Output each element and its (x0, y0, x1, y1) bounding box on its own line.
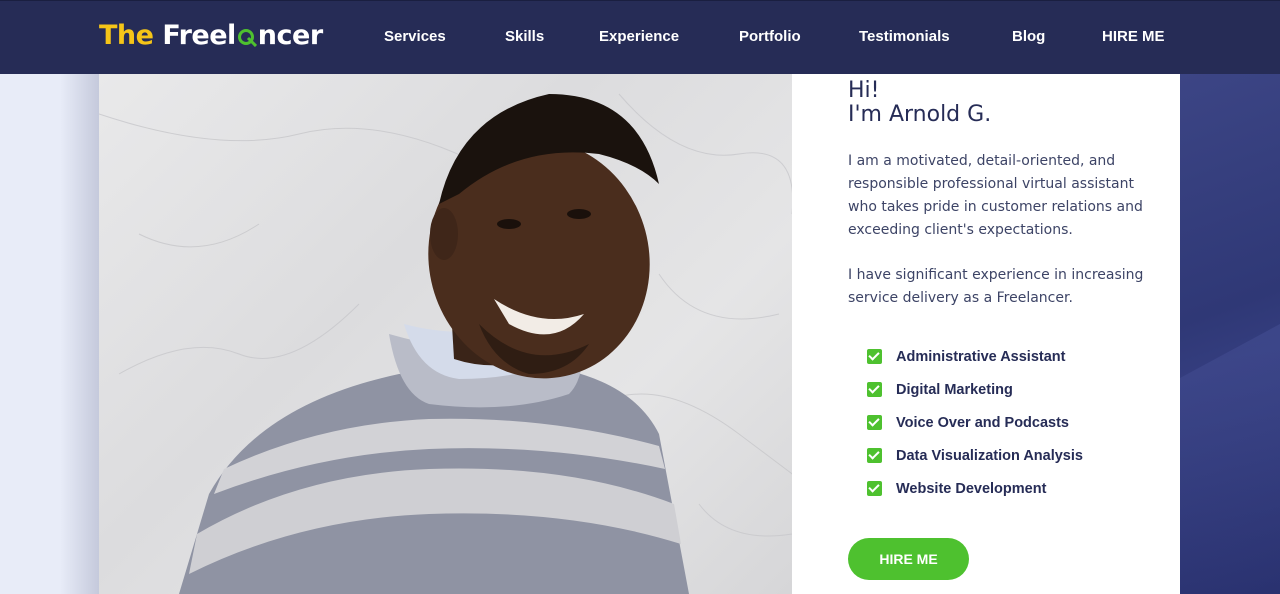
checkbox-checked-icon (867, 349, 882, 364)
skill-item: Administrative Assistant (867, 340, 1083, 373)
experience-paragraph: I have significant experience in increas… (848, 267, 1144, 306)
nav-skills[interactable]: Skills (505, 28, 544, 45)
checkbox-checked-icon (867, 415, 882, 430)
decorative-shadow (60, 74, 100, 594)
checkbox-checked-icon (867, 481, 882, 496)
skill-item: Digital Marketing (867, 373, 1083, 406)
checkbox-checked-icon (867, 448, 882, 463)
hire-me-button[interactable]: HIRE ME (848, 538, 969, 580)
greeting-hi: Hi! (848, 78, 880, 103)
nav-testimonials[interactable]: Testimonials (859, 28, 950, 45)
profile-photo (99, 74, 792, 594)
checkbox-checked-icon (867, 382, 882, 397)
logo-end: ncer (257, 20, 323, 51)
intro-paragraph: I am a motivated, detail-oriented, and r… (848, 153, 1143, 238)
skill-item: Voice Over and Podcasts (867, 406, 1083, 439)
nav-experience[interactable]: Experience (599, 28, 679, 45)
mouse-pointer-icon (237, 22, 257, 48)
skill-label: Administrative Assistant (896, 348, 1066, 365)
skill-item: Data Visualization Analysis (867, 439, 1083, 472)
site-header: The Freel ncer Services Skills Experience… (0, 0, 1280, 74)
skill-label: Data Visualization Analysis (896, 447, 1083, 464)
skill-label: Website Development (896, 480, 1047, 497)
intro-card: Hi! I'm Arnold G. I am a motivated, deta… (792, 74, 1180, 594)
skills-list: Administrative Assistant Digital Marketi… (867, 340, 1083, 505)
nav-blog[interactable]: Blog (1012, 28, 1045, 45)
site-logo[interactable]: The Freel ncer (99, 19, 323, 53)
logo-free: Freel (162, 20, 236, 51)
nav-portfolio[interactable]: Portfolio (739, 28, 801, 45)
greeting-heading: Hi! I'm Arnold G. (848, 79, 991, 127)
greeting-name: I'm Arnold G. (848, 102, 992, 127)
skill-label: Digital Marketing (896, 381, 1013, 398)
logo-the: The (99, 20, 154, 51)
skill-label: Voice Over and Podcasts (896, 414, 1069, 431)
skill-item: Website Development (867, 472, 1083, 505)
nav-hire-me[interactable]: HIRE ME (1102, 28, 1165, 45)
nav-services[interactable]: Services (384, 28, 446, 45)
decorative-background (1180, 74, 1280, 594)
